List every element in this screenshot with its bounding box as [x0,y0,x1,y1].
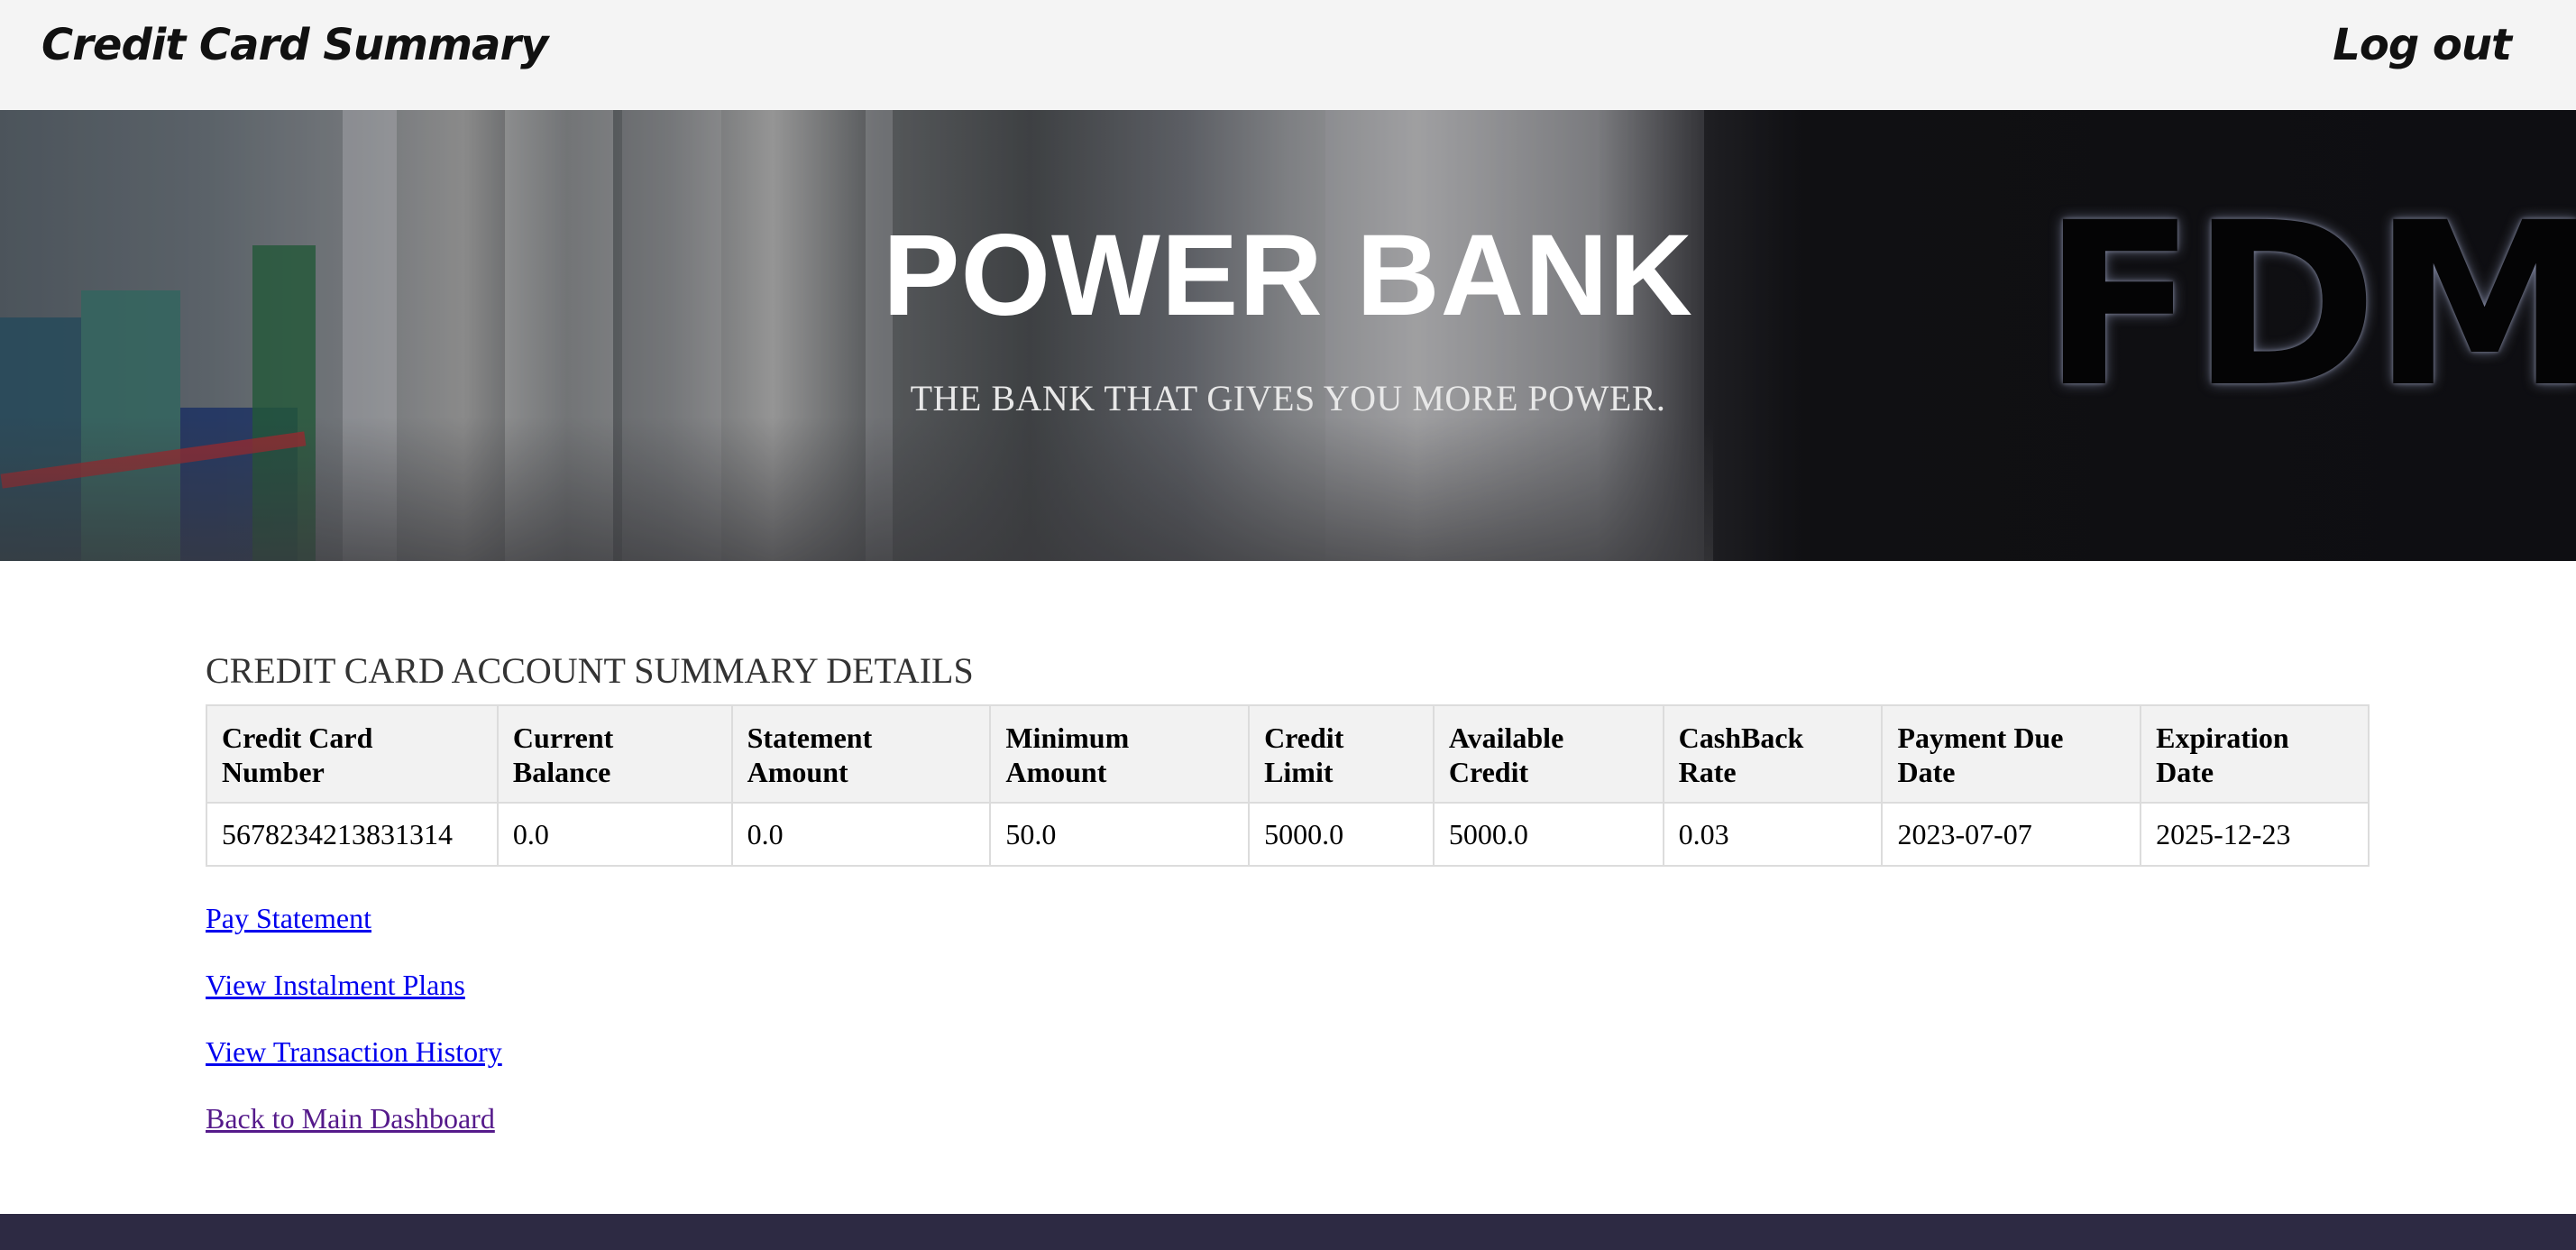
column-header-available-credit: Available Credit [1432,704,1664,804]
back-to-dashboard-link[interactable]: Back to Main Dashboard [206,1101,495,1135]
footer [0,1214,2576,1250]
main-content: CREDIT CARD ACCOUNT SUMMARY DETAILS Cred… [206,649,2370,1168]
cell-expiration-date: 2025-12-23 [2140,802,2370,867]
page-title: Credit Card Summary [41,20,548,70]
view-transaction-history-link[interactable]: View Transaction History [206,1034,502,1069]
column-header-credit-limit: Credit Limit [1248,704,1435,804]
logout-link[interactable]: Log out [2333,20,2512,70]
cell-payment-due-date: 2023-07-07 [1881,802,2142,867]
top-navbar: Credit Card Summary Log out [0,0,2576,110]
column-header-current-balance: Current Balance [496,704,733,804]
action-links: Pay Statement View Instalment Plans View… [206,901,2370,1135]
cell-minimum-amount: 50.0 [989,802,1251,867]
column-header-payment-due-date: Payment Due Date [1881,704,2142,804]
hero-banner: FDM POWER BANK THE BANK THAT GIVES YOU M… [0,110,2576,561]
summary-table: Credit Card Number Current Balance Stateme… [206,704,2370,867]
pay-statement-link[interactable]: Pay Statement [206,901,371,935]
summary-heading: CREDIT CARD ACCOUNT SUMMARY DETAILS [206,650,974,691]
table-header-row: Credit Card Number Current Balance Stateme… [206,704,2370,804]
cell-cashback-rate: 0.03 [1662,802,1884,867]
column-header-card-number: Credit Card Number [206,704,499,804]
cell-statement-amount: 0.0 [730,802,992,867]
table-row: 5678234213831314 0.0 0.0 50.0 5000.0 500… [206,802,2370,867]
cell-credit-limit: 5000.0 [1248,802,1435,867]
column-header-cashback-rate: CashBack Rate [1662,704,1884,804]
cell-current-balance: 0.0 [496,802,733,867]
bank-name-heading: POWER BANK [883,211,1693,340]
column-header-statement-amount: Statement Amount [730,704,992,804]
cell-available-credit: 5000.0 [1432,802,1664,867]
bank-tagline: THE BANK THAT GIVES YOU MORE POWER. [910,378,1666,418]
view-instalment-plans-link[interactable]: View Instalment Plans [206,968,465,1002]
column-header-expiration-date: Expiration Date [2140,704,2370,804]
cell-card-number: 5678234213831314 [206,802,499,867]
column-header-minimum-amount: Minimum Amount [989,704,1251,804]
